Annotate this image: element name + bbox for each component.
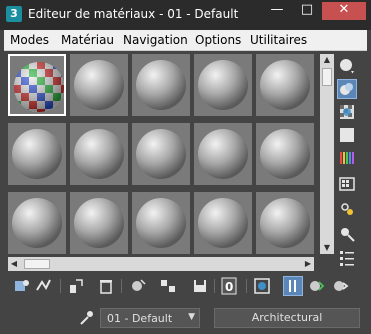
sample-type-icon[interactable] — [337, 56, 357, 76]
close-button[interactable]: ✕ — [322, 2, 366, 20]
material-sample-slot[interactable] — [8, 123, 66, 185]
show-shaded-material-icon[interactable] — [252, 276, 272, 296]
material-sample-slot[interactable] — [70, 54, 128, 116]
show-end-result-icon[interactable] — [283, 276, 303, 296]
material-id-channel-button[interactable]: 0 — [220, 276, 240, 296]
background-checker-icon[interactable] — [337, 102, 357, 122]
scroll-left-icon[interactable]: ◀ — [8, 257, 20, 271]
make-preview-icon[interactable] — [337, 174, 357, 194]
go-to-parent-icon[interactable] — [306, 276, 326, 296]
material-sample-slot[interactable] — [8, 192, 66, 254]
get-material-icon[interactable] — [12, 276, 32, 296]
eyedropper-icon[interactable] — [78, 310, 94, 326]
horizontal-scrollbar[interactable]: ◀ ▶ — [8, 257, 314, 271]
reset-map-icon[interactable] — [96, 276, 116, 296]
material-name-dropdown[interactable]: 01 - Default ▼ — [100, 308, 200, 328]
material-sample-slot[interactable] — [132, 54, 190, 116]
material-map-navigator-icon[interactable] — [337, 248, 357, 268]
material-id-value: 0 — [225, 280, 233, 294]
scroll-down-icon[interactable]: ▼ — [320, 242, 334, 254]
vertical-scroll-thumb[interactable] — [322, 68, 332, 86]
app-icon: 3 — [6, 6, 22, 22]
menu-materiau[interactable]: Matériau — [61, 33, 114, 47]
material-sample-slot[interactable] — [256, 192, 314, 254]
minimize-button[interactable]: — — [262, 2, 292, 20]
scroll-right-icon[interactable]: ▶ — [302, 257, 314, 271]
material-sample-slot[interactable] — [256, 123, 314, 185]
material-sample-slot[interactable] — [8, 54, 66, 116]
chevron-down-icon: ▼ — [188, 312, 195, 322]
material-sample-slot[interactable] — [132, 192, 190, 254]
assign-material-to-selection-icon[interactable] — [66, 276, 86, 296]
title-bar[interactable]: 3 Editeur de matériaux - 01 - Default — … — [0, 0, 371, 30]
material-sample-slot[interactable] — [132, 123, 190, 185]
put-to-library-icon[interactable] — [190, 276, 210, 296]
material-editor-window: 3 Editeur de matériaux - 01 - Default — … — [0, 0, 371, 334]
go-forward-to-sibling-icon[interactable] — [330, 276, 350, 296]
material-type-button[interactable]: Architectural — [214, 308, 360, 328]
make-unique-icon[interactable] — [158, 276, 178, 296]
maximize-button[interactable]: □ — [292, 2, 322, 20]
vertical-scrollbar[interactable]: ▲ ▼ — [320, 54, 334, 254]
select-by-material-icon[interactable] — [337, 224, 357, 244]
bottom-toolbar: 0 — [8, 276, 363, 298]
sample-uv-tiling-icon[interactable] — [337, 125, 357, 145]
material-sample-slot[interactable] — [70, 192, 128, 254]
material-sample-slot[interactable] — [256, 54, 314, 116]
window-title: Editeur de matériaux - 01 - Default — [28, 7, 239, 21]
menu-bar: Modes Matériau Navigation Options Utilit… — [4, 30, 367, 51]
horizontal-scroll-thumb[interactable] — [24, 259, 50, 269]
options-icon[interactable] — [337, 199, 357, 219]
menu-utilitaires[interactable]: Utilitaires — [250, 33, 307, 47]
material-sample-slot[interactable] — [70, 123, 128, 185]
make-material-copy-icon[interactable] — [128, 276, 148, 296]
menu-modes[interactable]: Modes — [10, 33, 49, 47]
material-sample-slot[interactable] — [194, 123, 252, 185]
scroll-up-icon[interactable]: ▲ — [320, 54, 334, 66]
sample-slot-grid — [8, 54, 314, 254]
menu-options[interactable]: Options — [195, 33, 241, 47]
material-sample-slot[interactable] — [194, 192, 252, 254]
menu-navigation[interactable]: Navigation — [123, 33, 188, 47]
put-material-to-scene-icon[interactable] — [34, 276, 54, 296]
footer: 01 - Default ▼ Architectural — [0, 302, 371, 334]
video-color-check-icon[interactable] — [337, 148, 357, 168]
material-name-value: 01 - Default — [107, 312, 173, 325]
backlight-icon[interactable] — [337, 79, 357, 99]
material-sample-slot[interactable] — [194, 54, 252, 116]
